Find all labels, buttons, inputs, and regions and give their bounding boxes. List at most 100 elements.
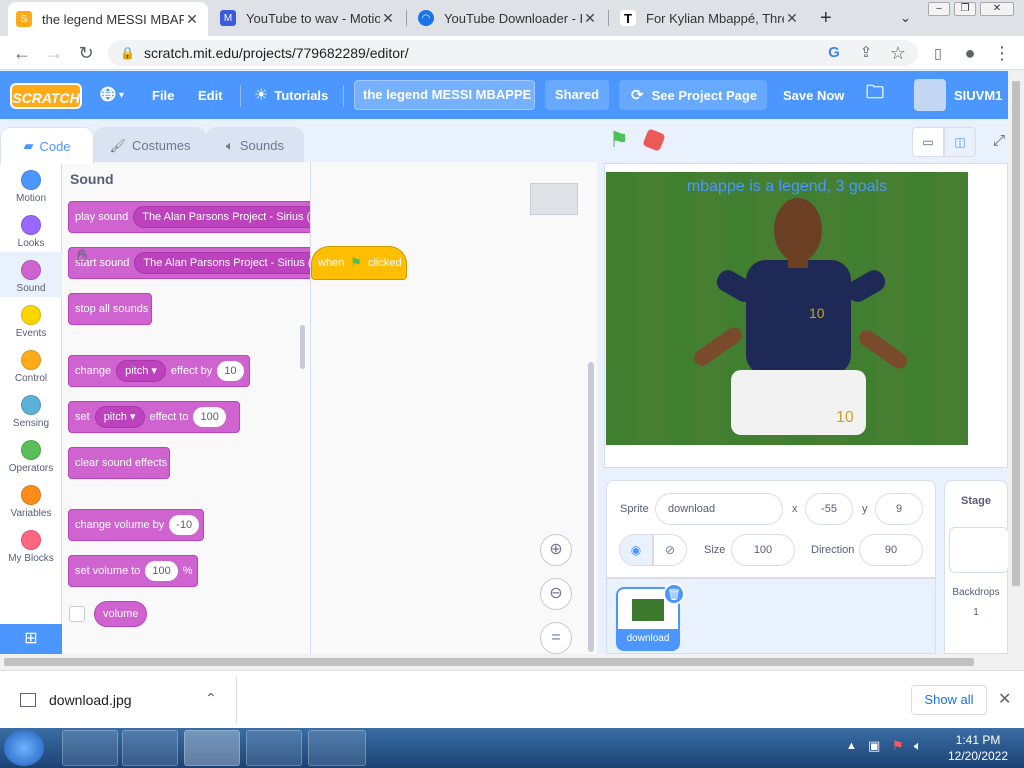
zoom-in-button[interactable]: ⊕ xyxy=(540,534,572,566)
hide-sprite-button[interactable]: ⊘ xyxy=(653,534,687,566)
profile-icon[interactable]: ● xyxy=(958,42,982,64)
close-tab-icon[interactable]: ✕ xyxy=(784,10,800,27)
tab-search-button[interactable]: ⌄ xyxy=(892,4,922,32)
size-input[interactable]: 100 xyxy=(731,534,795,566)
kebab-menu-icon[interactable]: ⋮ xyxy=(990,42,1014,64)
effect-by-input[interactable]: 10 xyxy=(217,361,244,381)
volume-monitor-checkbox[interactable] xyxy=(69,606,85,622)
y-position-input[interactable]: 9 xyxy=(875,493,923,525)
script-workspace[interactable]: when ⚑ clicked ⊕ ⊖ = xyxy=(311,162,597,654)
close-download-bar-icon[interactable]: ✕ xyxy=(998,689,1011,709)
x-position-input[interactable]: -55 xyxy=(805,493,853,525)
tab-code[interactable]: ▰ Code xyxy=(0,127,94,164)
browser-tab-nytimes[interactable]: T For Kylian Mbappé, Three ✕ xyxy=(612,4,808,32)
language-globe-icon[interactable]: 🌐︎ ▾ xyxy=(100,71,124,119)
tutorials-button[interactable]: ☀ Tutorials xyxy=(254,71,328,119)
palette-scrollbar[interactable] xyxy=(300,325,305,369)
volume-icon[interactable]: 🔈︎ xyxy=(914,738,922,754)
set-volume-block[interactable]: set volume to 100 % xyxy=(68,555,198,587)
explorer-taskbar-icon[interactable] xyxy=(62,730,118,766)
horizontal-scroll-thumb[interactable] xyxy=(4,658,974,666)
close-tab-icon[interactable]: ✕ xyxy=(184,11,200,28)
avatar[interactable] xyxy=(914,79,946,111)
chrome-taskbar-icon[interactable] xyxy=(184,730,240,766)
zoom-out-button[interactable]: ⊖ xyxy=(540,578,572,610)
set-effect-block[interactable]: set pitch ▾ effect to 100 xyxy=(68,401,240,433)
vertical-scrollbar[interactable] xyxy=(1008,71,1024,654)
side-panel-icon[interactable]: ▯ xyxy=(926,42,950,64)
player-sprite[interactable]: 10 10 xyxy=(686,190,916,445)
category-control[interactable]: Control xyxy=(0,342,62,387)
category-operators[interactable]: Operators xyxy=(0,432,62,477)
username[interactable]: SIUVM1 xyxy=(954,71,1002,119)
media-player-taskbar-icon[interactable] xyxy=(122,730,178,766)
download-options-chevron-icon[interactable]: ⌃ xyxy=(205,690,217,707)
download-filename[interactable]: download.jpg xyxy=(49,692,132,708)
browser-tab-youtube-downloader[interactable]: ◠ YouTube Downloader - H ✕ xyxy=(410,4,606,32)
new-tab-button[interactable]: + xyxy=(812,4,842,32)
browser-tab-youtube-wav[interactable]: M YouTube to wav - Motion ✕ xyxy=(212,4,404,32)
category-variables[interactable]: Variables xyxy=(0,477,62,522)
set-volume-input[interactable]: 100 xyxy=(145,561,178,581)
tab-sounds[interactable]: 🔈︎ Sounds xyxy=(206,127,304,163)
fullscreen-button[interactable]: ⤢ xyxy=(989,127,1009,157)
change-volume-block[interactable]: change volume by -10 xyxy=(68,509,204,541)
share-icon[interactable]: ⇪ xyxy=(854,42,878,64)
category-sensing[interactable]: Sensing xyxy=(0,387,62,432)
network-icon[interactable]: ▣ xyxy=(868,738,880,754)
stage-selector[interactable]: Stage Backdrops 1 xyxy=(944,480,1009,654)
workspace-scrollbar[interactable] xyxy=(588,362,594,652)
close-tab-icon[interactable]: ✕ xyxy=(582,10,598,27)
category-motion[interactable]: Motion xyxy=(0,162,62,207)
maximize-window-button[interactable]: ❐ xyxy=(954,2,976,16)
sound-dropdown[interactable]: The Alan Parsons Project - Sirius (A xyxy=(133,206,310,228)
change-volume-input[interactable]: -10 xyxy=(169,515,200,535)
vertical-scroll-thumb[interactable] xyxy=(1012,81,1020,586)
close-tab-icon[interactable]: ✕ xyxy=(380,10,396,27)
effect-dropdown[interactable]: pitch ▾ xyxy=(94,406,145,428)
start-button[interactable] xyxy=(4,730,44,766)
sprite-name-input[interactable]: download xyxy=(655,493,783,525)
clear-sound-effects-block[interactable]: clear sound effects xyxy=(68,447,170,479)
category-looks[interactable]: Looks xyxy=(0,207,62,252)
app-taskbar-icon[interactable] xyxy=(246,730,302,766)
browser-tab-scratch[interactable]: S the legend MESSI MBAPPE ✕ xyxy=(8,2,208,36)
see-project-page-button[interactable]: ⟳ See Project Page xyxy=(619,80,767,110)
volume-reporter[interactable]: volume xyxy=(94,601,148,627)
start-sound-block[interactable]: start sound The Alan Parsons Project - S… xyxy=(68,247,310,279)
direction-input[interactable]: 90 xyxy=(859,534,923,566)
reload-icon[interactable]: ↻ xyxy=(74,42,98,64)
scratch-logo[interactable]: SCRATCH xyxy=(10,83,82,109)
stop-all-sounds-block[interactable]: stop all sounds xyxy=(68,293,152,325)
horizontal-scrollbar[interactable] xyxy=(0,654,1024,670)
effect-to-input[interactable]: 100 xyxy=(193,407,226,427)
delete-sprite-button[interactable]: 🗑︎ xyxy=(663,583,685,605)
window-taskbar-icon[interactable] xyxy=(308,730,366,766)
category-my-blocks[interactable]: My Blocks xyxy=(0,522,62,567)
tray-expand-icon[interactable]: ▲ xyxy=(846,740,857,752)
edit-menu[interactable]: Edit xyxy=(198,71,223,119)
forward-arrow-icon[interactable]: → xyxy=(42,42,66,64)
play-sound-block[interactable]: play sound The Alan Parsons Project - Si… xyxy=(68,201,310,233)
system-clock[interactable]: 1:41 PM 12/20/2022 xyxy=(940,732,1016,764)
effect-dropdown[interactable]: pitch ▾ xyxy=(116,360,166,382)
back-arrow-icon[interactable]: ← xyxy=(10,42,34,64)
project-title-input[interactable]: the legend MESSI MBAPPE xyxy=(354,80,535,110)
file-menu[interactable]: File xyxy=(152,71,174,119)
green-flag-button[interactable]: ⚑ xyxy=(609,127,629,153)
save-now-button[interactable]: Save Now xyxy=(783,71,844,119)
address-bar[interactable]: 🔒 scratch.mit.edu/projects/779682289/edi… xyxy=(108,40,918,66)
show-sprite-button[interactable]: ◉ xyxy=(619,534,653,566)
large-stage-button[interactable]: ◫ xyxy=(944,127,976,157)
my-stuff-folder-icon[interactable]: 🗀 xyxy=(866,71,884,119)
category-events[interactable]: Events xyxy=(0,297,62,342)
action-center-icon[interactable]: ⚑ xyxy=(892,738,904,754)
add-extension-button[interactable]: ⊞ xyxy=(0,624,62,654)
google-lens-icon[interactable]: G xyxy=(822,42,846,64)
close-window-button[interactable]: ✕ xyxy=(980,2,1014,16)
when-flag-clicked-block[interactable]: when ⚑ clicked xyxy=(311,246,407,280)
show-all-button[interactable]: Show all xyxy=(911,685,987,715)
change-effect-block[interactable]: change pitch ▾ effect by 10 xyxy=(68,355,250,387)
small-stage-button[interactable]: ▭ xyxy=(912,127,944,157)
zoom-reset-button[interactable]: = xyxy=(540,622,572,654)
